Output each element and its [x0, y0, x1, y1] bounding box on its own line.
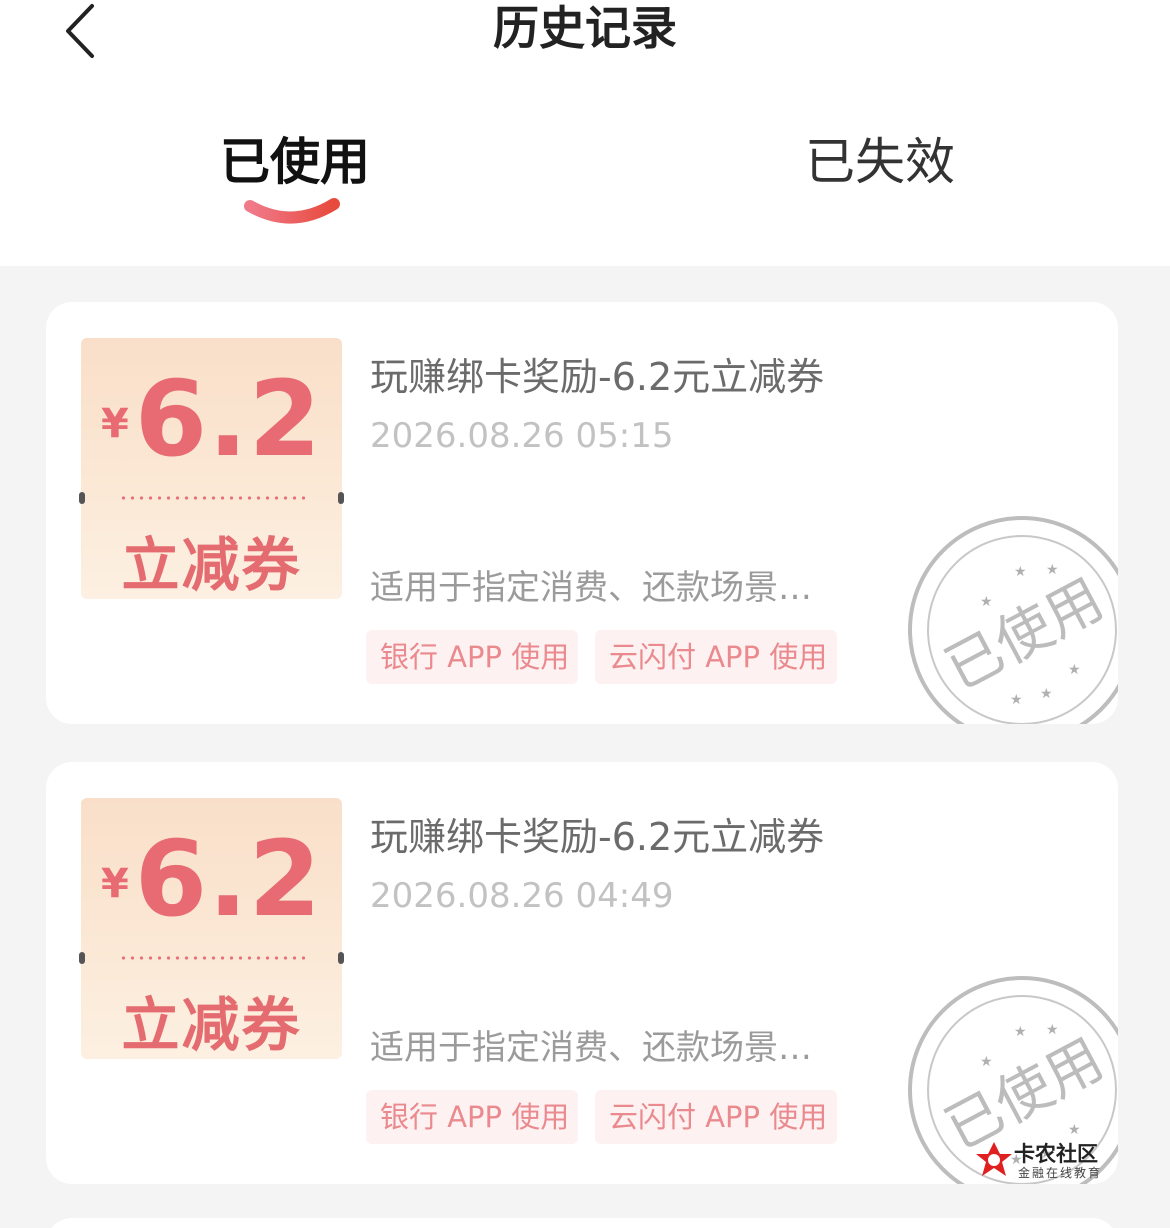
svg-text:★: ★ [1010, 692, 1023, 708]
coupon-description: 适用于指定消费、还款场景… [370, 568, 812, 608]
coupon-title: 玩赚绑卡奖励-6.2元立减券 [370, 815, 825, 859]
svg-text:★: ★ [1046, 562, 1059, 578]
coupon-type: 立减券 [121, 991, 302, 1059]
coupon-card[interactable]: ¥6.2 立减券 玩赚绑卡奖励-6.2元立减券 2026.08.26 05:15… [46, 302, 1118, 724]
currency-symbol: ¥ [100, 861, 129, 907]
coupon-time: 2026.08.26 05:15 [370, 416, 674, 456]
coupon-card[interactable]: ¥6.2 立减券 玩赚绑卡奖励-6.2元立减券 2026.08.26 04:49… [46, 762, 1118, 1184]
usage-tag-unionpay-app: 云闪付 APP 使用 [595, 1090, 837, 1144]
page-title: 历史记录 [493, 1, 677, 55]
coupon-type: 立减券 [121, 531, 302, 599]
coupon-amount: ¥6.2 [81, 358, 342, 480]
coupon-card-partial[interactable] [46, 1218, 1118, 1228]
amount-value: 6.2 [134, 358, 323, 480]
tab-used-label: 已使用 [220, 133, 370, 191]
kanong-logo-icon [976, 1142, 1012, 1176]
watermark-tagline: 金融在线教育 [1018, 1166, 1103, 1180]
svg-text:★: ★ [1046, 1022, 1059, 1038]
coupon-description: 适用于指定消费、还款场景… [370, 1028, 812, 1068]
back-button[interactable] [56, 0, 116, 62]
header-area: 历史记录 已使用 已失效 [0, 0, 1170, 266]
tab-expired[interactable]: 已失效 [790, 130, 970, 230]
dotted-divider [119, 956, 305, 960]
active-tab-indicator [244, 198, 340, 224]
stamp-text: 已使用 [935, 567, 1114, 703]
used-stamp-icon: ★ ★ ★ ★ ★ ★ 已使用 [908, 516, 1118, 724]
coupon-ticket: ¥6.2 立减券 [79, 798, 344, 1059]
tab-expired-label: 已失效 [805, 133, 955, 191]
dotted-divider [119, 496, 305, 500]
watermark: 卡农社区 金融在线教育 [974, 1136, 1114, 1184]
ticket-notch [338, 492, 344, 504]
svg-text:★: ★ [1014, 564, 1027, 580]
coupon-ticket: ¥6.2 立减券 [79, 338, 344, 599]
coupon-title: 玩赚绑卡奖励-6.2元立减券 [370, 355, 825, 399]
svg-text:★: ★ [980, 594, 993, 610]
ticket-notch [79, 492, 85, 504]
ticket-notch [79, 952, 85, 964]
usage-tag-bank-app: 银行 APP 使用 [366, 1090, 578, 1144]
tab-used[interactable]: 已使用 [200, 130, 390, 230]
svg-text:★: ★ [1040, 686, 1053, 702]
ticket-notch [338, 952, 344, 964]
coupon-time: 2026.08.26 04:49 [370, 876, 674, 916]
amount-value: 6.2 [134, 818, 323, 940]
svg-text:★: ★ [980, 1054, 993, 1070]
svg-text:★: ★ [1068, 662, 1081, 678]
svg-text:★: ★ [1014, 1024, 1027, 1040]
currency-symbol: ¥ [100, 401, 129, 447]
coupon-amount: ¥6.2 [81, 818, 342, 940]
usage-tag-unionpay-app: 云闪付 APP 使用 [595, 630, 837, 684]
chevron-left-icon [66, 4, 94, 58]
usage-tag-bank-app: 银行 APP 使用 [366, 630, 578, 684]
